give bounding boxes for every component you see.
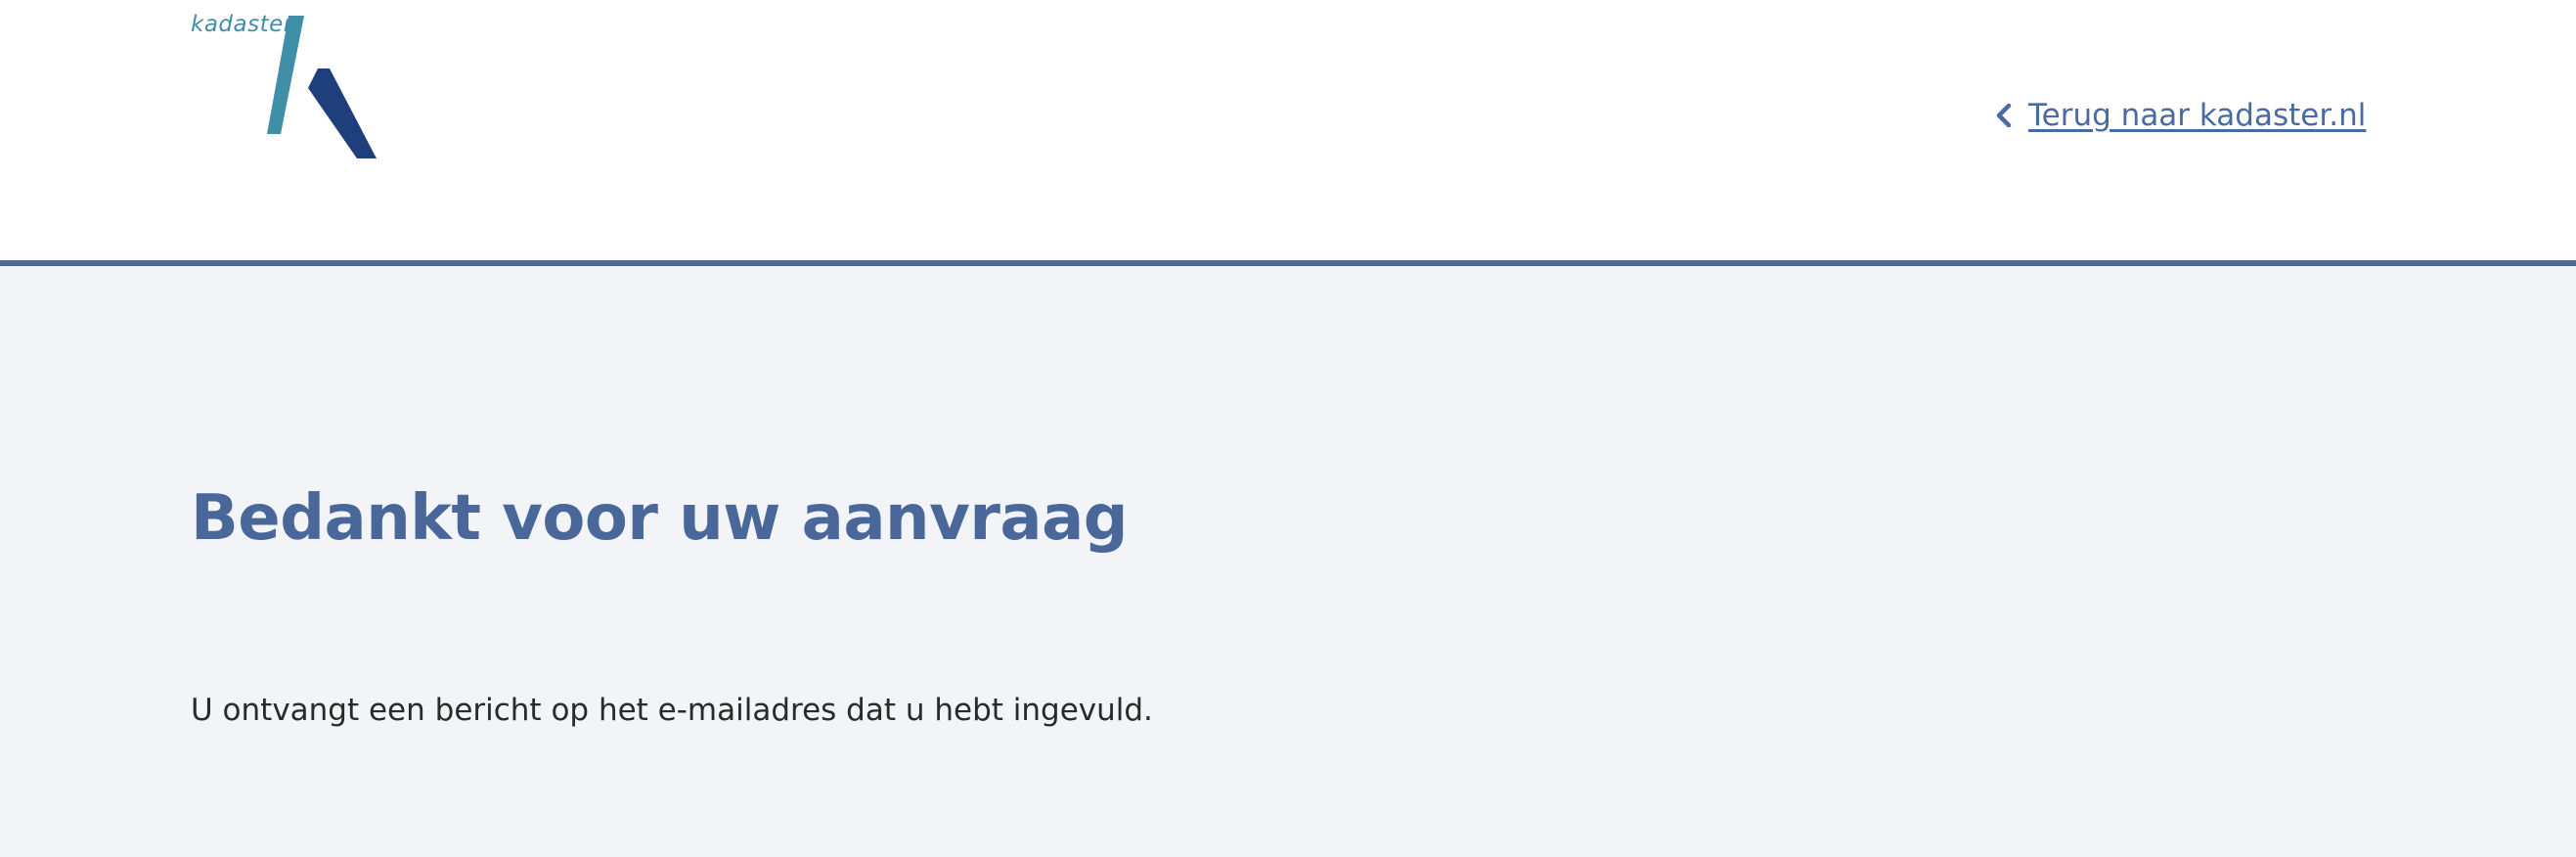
site-header: kadaster Terug naar kadaster.nl xyxy=(0,0,2576,266)
back-to-kadaster-link[interactable]: Terug naar kadaster.nl xyxy=(1993,98,2366,133)
logo-teal-stroke xyxy=(267,16,304,134)
page-title: Bedankt voor uw aanvraag xyxy=(191,482,1129,555)
main-content: Bedankt voor uw aanvraag U ontvangt een … xyxy=(0,272,2576,857)
logo-navy-stroke xyxy=(308,68,377,158)
back-link-label: Terug naar kadaster.nl xyxy=(2028,98,2367,133)
logo-k-mark xyxy=(267,16,377,158)
chevron-left-icon xyxy=(1996,103,2012,128)
confirmation-message: U ontvangt een bericht op het e-mailadre… xyxy=(191,693,1153,728)
kadaster-logo[interactable]: kadaster xyxy=(191,12,386,158)
